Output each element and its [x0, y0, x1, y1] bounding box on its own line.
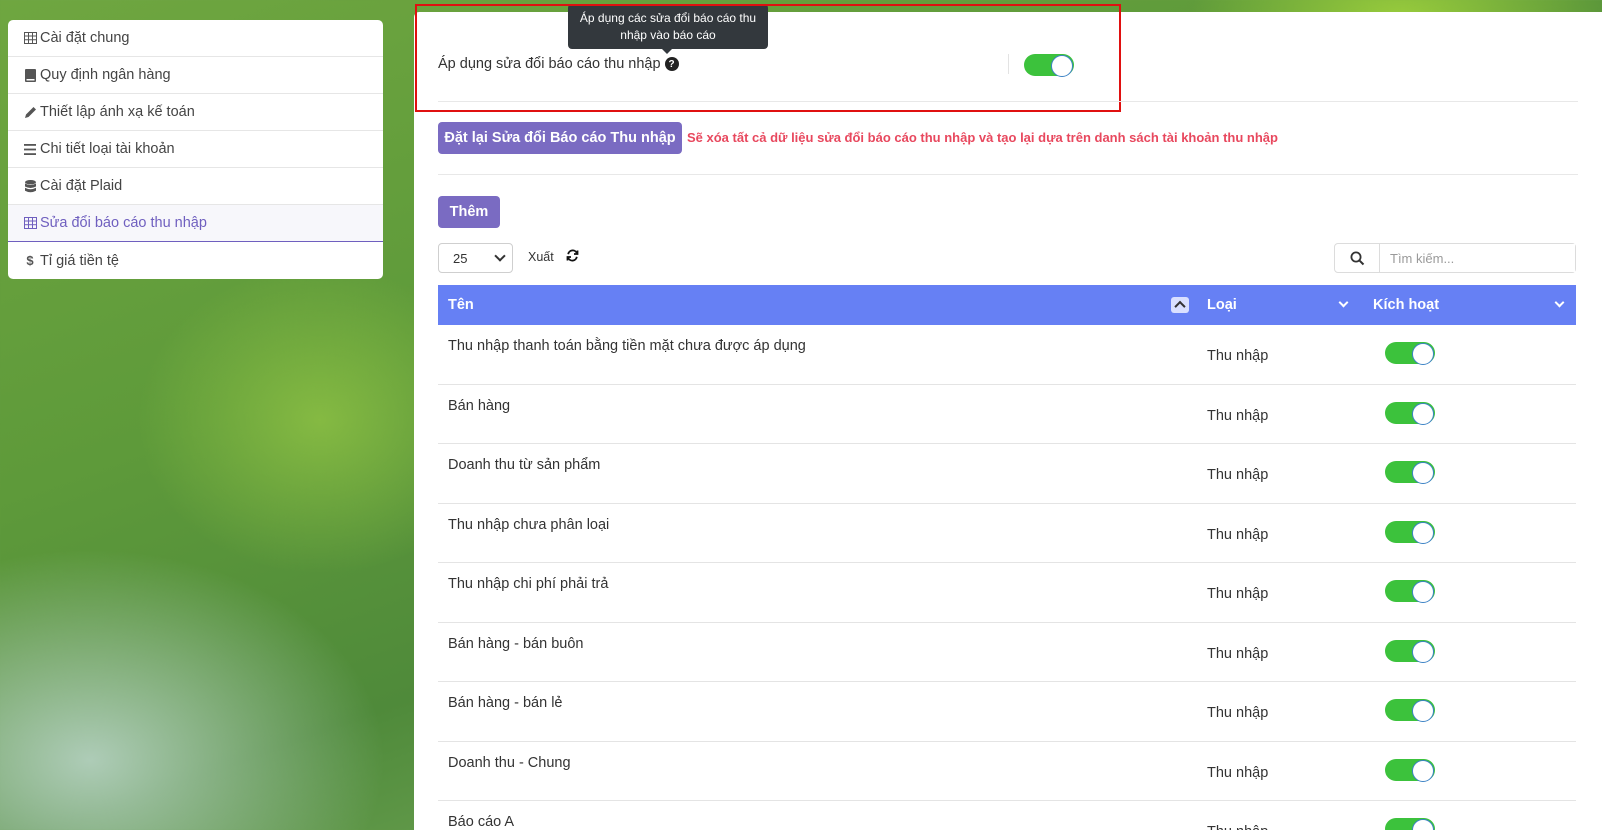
- help-tooltip: Áp dụng các sửa đổi báo cáo thu nhập vào…: [568, 4, 768, 54]
- row-type: Thu nhập: [1207, 348, 1269, 364]
- row-name: Thu nhập chi phí phải trả: [448, 576, 609, 592]
- settings-sidebar: Cài đặt chung Quy định ngân hàng Thiết l…: [8, 20, 383, 279]
- column-header-type[interactable]: Loại: [1207, 285, 1237, 325]
- sidebar-item-general-settings[interactable]: Cài đặt chung: [8, 20, 383, 57]
- divider: [438, 174, 1578, 175]
- row-active-toggle[interactable]: [1385, 818, 1435, 830]
- row-name: Bán hàng - bán lẻ: [448, 695, 563, 711]
- sidebar-item-label: Thiết lập ánh xạ kế toán: [40, 104, 195, 120]
- table-row: Thu nhập chưa phân loại Thu nhập: [438, 504, 1576, 563]
- sidebar-item-label: Cài đặt chung: [40, 30, 130, 46]
- row-type: Thu nhập: [1207, 467, 1269, 483]
- row-active-toggle[interactable]: [1385, 580, 1435, 603]
- list-icon: [22, 143, 38, 155]
- apply-modifications-toggle[interactable]: [1024, 54, 1074, 77]
- row-type: Thu nhập: [1207, 407, 1269, 424]
- database-icon: [22, 179, 38, 193]
- chevron-down-icon[interactable]: [1554, 297, 1565, 308]
- page-size-select[interactable]: 25: [438, 243, 513, 273]
- row-active-toggle[interactable]: [1385, 461, 1435, 484]
- export-label: Xuất: [528, 250, 554, 264]
- column-header-name[interactable]: Tên: [448, 285, 474, 325]
- book-icon: [22, 68, 38, 82]
- divider: [1008, 54, 1009, 74]
- search-icon[interactable]: [1335, 244, 1380, 272]
- sidebar-item-income-statement-modifications[interactable]: Sửa đổi báo cáo thu nhập: [8, 205, 383, 242]
- table-row: Bán hàng - bán buôn Thu nhập: [438, 623, 1576, 682]
- row-active-toggle[interactable]: [1385, 520, 1435, 544]
- table-row: Thu nhập chi phí phải trả Thu nhập: [438, 563, 1576, 623]
- row-name: Bán hàng - bán buôn: [448, 635, 584, 652]
- chevron-down-icon: [494, 250, 506, 262]
- page-size-value: 25: [453, 250, 468, 266]
- sidebar-item-bank-rules[interactable]: Quy định ngân hàng: [8, 57, 383, 94]
- row-name: Báo cáo A: [448, 814, 515, 830]
- row-active-toggle[interactable]: [1385, 342, 1435, 365]
- table-header: Tên Loại Kích hoạt: [438, 285, 1576, 325]
- row-type: Thu nhập: [1207, 586, 1269, 602]
- apply-modifications-label: Áp dụng sửa đổi báo cáo thu nhập: [438, 56, 661, 72]
- pencil-icon: [22, 106, 38, 119]
- sidebar-item-plaid-settings[interactable]: Cài đặt Plaid: [8, 168, 383, 205]
- sidebar-item-label: Tỉ giá tiền tệ: [40, 252, 119, 269]
- add-button[interactable]: Thêm: [438, 196, 500, 228]
- reset-modifications-button[interactable]: Đặt lại Sửa đổi Báo cáo Thu nhập: [438, 122, 682, 154]
- table-row: Thu nhập thanh toán bằng tiền mặt chưa đ…: [438, 325, 1576, 385]
- column-header-active[interactable]: Kích hoạt: [1373, 285, 1439, 325]
- sidebar-item-label: Quy định ngân hàng: [40, 67, 171, 83]
- row-type: Thu nhập: [1207, 764, 1269, 781]
- refresh-icon[interactable]: [566, 249, 579, 265]
- table-icon: [22, 217, 38, 229]
- table-row: Doanh thu từ sản phẩm Thu nhập: [438, 444, 1576, 504]
- row-type: Thu nhập: [1207, 645, 1269, 662]
- row-active-toggle[interactable]: [1385, 758, 1435, 782]
- chevron-down-icon[interactable]: [1338, 297, 1349, 308]
- row-active-toggle[interactable]: [1385, 639, 1435, 663]
- row-type: Thu nhập: [1207, 705, 1269, 721]
- table-row: Bán hàng - bán lẻ Thu nhập: [438, 682, 1576, 742]
- search-box: [1334, 243, 1576, 273]
- sidebar-item-label: Sửa đổi báo cáo thu nhập: [40, 215, 207, 231]
- divider: [438, 101, 1578, 102]
- sidebar-item-exchange-rates[interactable]: $ Tỉ giá tiền tệ: [8, 242, 383, 279]
- apply-modifications-setting: Áp dụng sửa đổi báo cáo thu nhập ?: [438, 56, 679, 72]
- row-active-toggle[interactable]: [1385, 699, 1435, 722]
- row-name: Thu nhập thanh toán bằng tiền mặt chưa đ…: [448, 338, 806, 354]
- question-circle-icon[interactable]: ?: [664, 57, 679, 71]
- table-row: Bán hàng Thu nhập: [438, 385, 1576, 444]
- dollar-icon: $: [26, 253, 34, 268]
- sidebar-item-accounting-mapping[interactable]: Thiết lập ánh xạ kế toán: [8, 94, 383, 131]
- search-input[interactable]: [1380, 244, 1575, 272]
- row-type: Thu nhập: [1207, 526, 1269, 543]
- modifications-table: Tên Loại Kích hoạt Thu nhập thanh toán b…: [438, 285, 1576, 830]
- row-active-toggle[interactable]: [1385, 401, 1435, 425]
- sort-ascending-icon[interactable]: [1171, 297, 1189, 313]
- row-name: Doanh thu từ sản phẩm: [448, 457, 601, 473]
- table-icon: [22, 32, 38, 44]
- export-button[interactable]: Xuất: [522, 242, 594, 272]
- row-type: Thu nhập: [1207, 824, 1268, 830]
- reset-warning-text: Sẽ xóa tất cả dữ liệu sửa đổi báo cáo th…: [687, 130, 1278, 145]
- sidebar-item-label: Cài đặt Plaid: [40, 178, 123, 194]
- row-name: Bán hàng: [448, 397, 511, 414]
- sidebar-item-account-type-details[interactable]: Chi tiết loại tài khoản: [8, 131, 383, 168]
- table-row: Doanh thu - Chung Thu nhập: [438, 742, 1576, 801]
- tooltip-text: Áp dụng các sửa đổi báo cáo thu nhập vào…: [579, 11, 757, 42]
- row-name: Doanh thu - Chung: [448, 754, 571, 771]
- table-row: Báo cáo A Thu nhập: [438, 801, 1576, 830]
- sidebar-item-label: Chi tiết loại tài khoản: [40, 141, 175, 157]
- row-name: Thu nhập chưa phân loại: [448, 516, 610, 533]
